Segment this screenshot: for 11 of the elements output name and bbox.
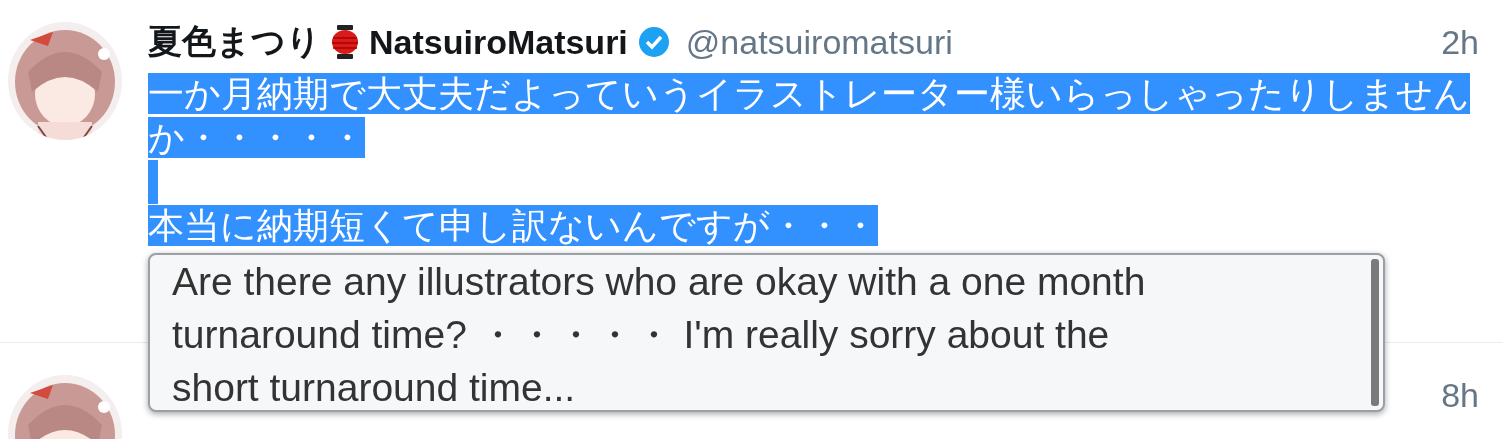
display-name: 夏色まつり	[148, 21, 321, 62]
translation-text: Are there any illustrators who are okay with a one month turnaround time? ・・・・・ I'm really sorry about the short turnaround time...	[172, 260, 1146, 409]
tweet-time[interactable]: 8h	[1441, 375, 1479, 415]
scrollbar-thumb[interactable]	[1371, 259, 1379, 406]
tweet-text: 一か月納期で大丈夫だよっていうイラストレーター様いらっしゃったりしません	[148, 73, 1470, 114]
user-handle[interactable]: @natsuiromatsuri	[685, 22, 953, 62]
account-name: NatsuiroMatsuri	[369, 22, 628, 62]
tweet-text: 本当に納期短くて申し訳ないんですが・・・	[148, 205, 878, 246]
lantern-icon	[331, 25, 359, 59]
tweet-text: か・・・・・	[148, 117, 365, 158]
tweet-time[interactable]: 2h	[1441, 22, 1479, 62]
